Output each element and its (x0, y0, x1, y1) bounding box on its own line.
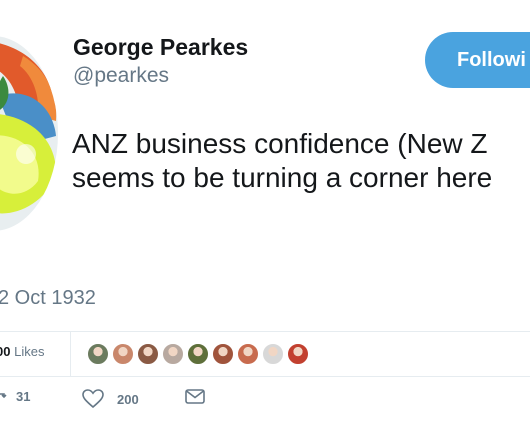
author-handle[interactable]: @pearkes (73, 63, 169, 89)
like-action[interactable]: 200 (82, 389, 139, 409)
stats-bottom-divider (0, 376, 530, 377)
retweet-icon (0, 390, 10, 404)
heart-icon (82, 389, 104, 409)
liker-avatar[interactable] (187, 343, 209, 365)
liker-avatar[interactable] (287, 343, 309, 365)
author-avatar[interactable] (0, 36, 58, 231)
liker-avatar[interactable] (137, 343, 159, 365)
author-display-name[interactable]: George Pearkes (73, 33, 248, 61)
stats-top-divider (0, 331, 530, 332)
likes-count: 00 (0, 344, 11, 359)
liker-avatar[interactable] (212, 343, 234, 365)
likes-label: Likes (14, 344, 45, 359)
liker-avatar[interactable] (112, 343, 134, 365)
liker-avatar[interactable] (262, 343, 284, 365)
liker-avatar[interactable] (237, 343, 259, 365)
liker-avatar[interactable] (162, 343, 184, 365)
like-count: 200 (117, 391, 139, 407)
stats-separator (70, 332, 71, 376)
retweet-action[interactable]: 31 (0, 389, 30, 404)
follow-button[interactable]: Followi (425, 32, 530, 88)
retweet-count: 31 (16, 389, 31, 404)
liker-avatar[interactable] (87, 343, 109, 365)
liker-avatars (87, 343, 312, 365)
tweet-card: George Pearkes @pearkes Followi ANZ busi… (0, 0, 530, 443)
direct-message-action[interactable] (185, 389, 205, 405)
likes-stat[interactable]: 00 Likes (0, 344, 44, 359)
avatar-image (0, 36, 58, 231)
tweet-timestamp[interactable]: 2 Oct 1932 (0, 287, 96, 310)
envelope-icon (185, 389, 205, 405)
tweet-text: ANZ business confidence (New Z seems to … (72, 128, 493, 193)
